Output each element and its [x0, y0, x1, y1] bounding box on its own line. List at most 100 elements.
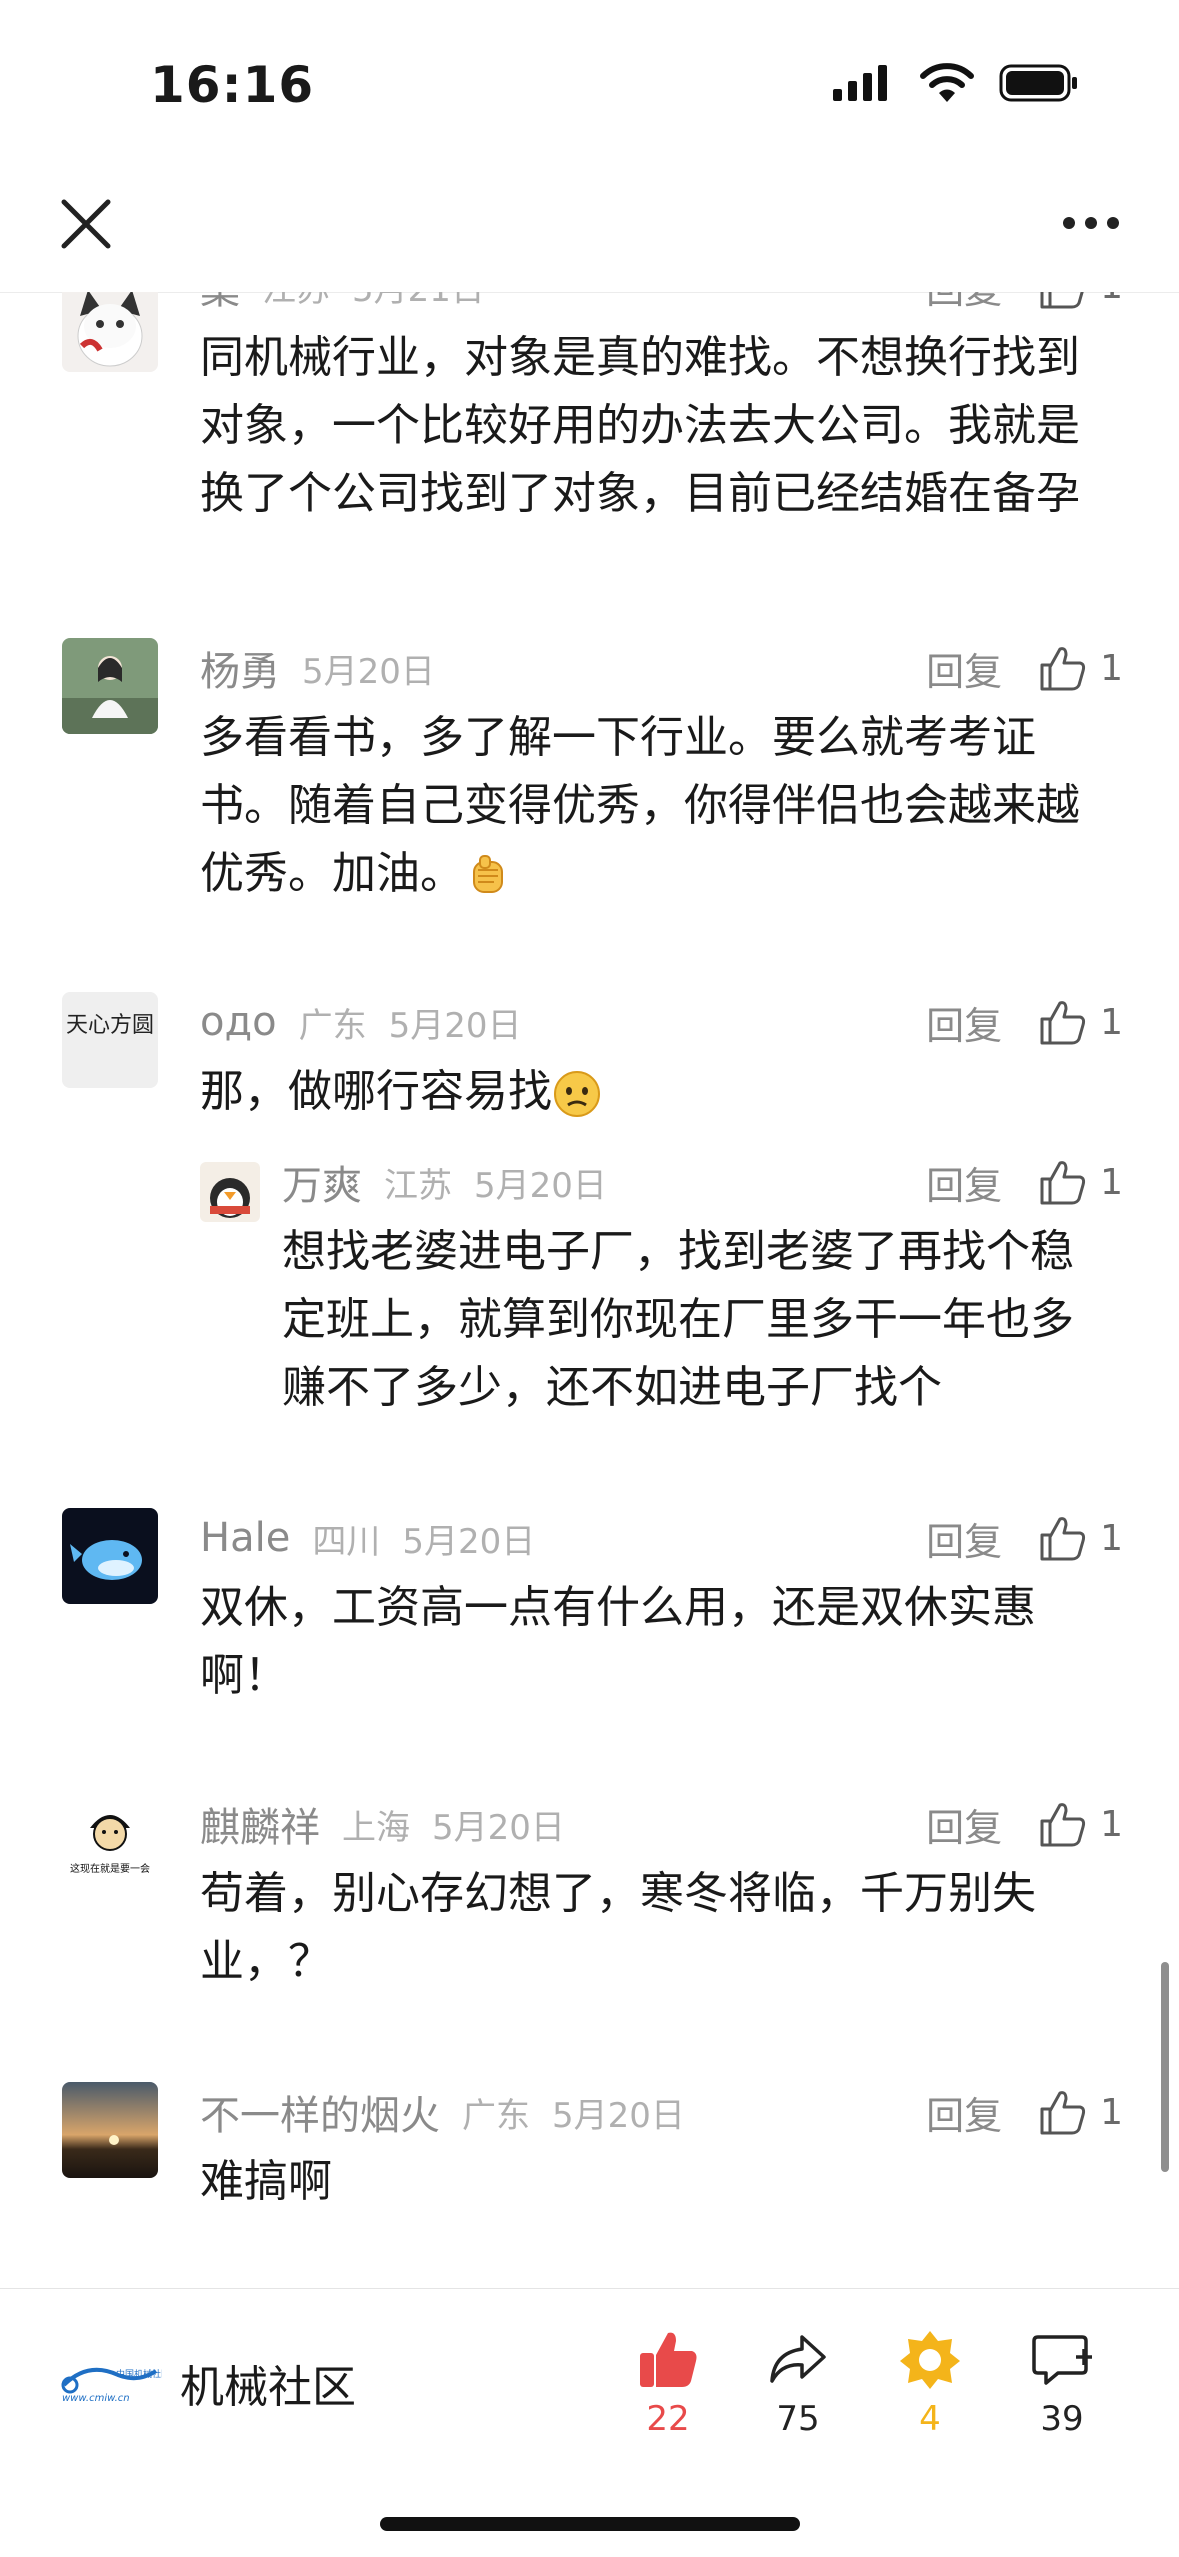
reply-actions: 回复 1: [926, 1152, 1123, 1212]
comment-text: 难搞啊: [200, 2148, 1130, 2216]
location: 广东: [298, 1005, 367, 1046]
like-button[interactable]: 1: [1038, 2089, 1123, 2135]
avatar[interactable]: [62, 638, 158, 734]
text-line: 优秀。加油。: [200, 840, 1130, 908]
date: 5月20日: [402, 1521, 536, 1562]
thumbs-up-filled-icon: [640, 2332, 697, 2387]
more-options-icon[interactable]: [1061, 210, 1121, 236]
username[interactable]: 不一样的烟火: [200, 2083, 440, 2141]
location: 广东: [462, 2095, 530, 2136]
logo-text: 中国机械社区: [116, 2368, 162, 2380]
like-count: 1: [1100, 1517, 1123, 1559]
thumbs-up-icon: [1040, 647, 1086, 691]
like-button[interactable]: 1: [1038, 1801, 1123, 1847]
avatar[interactable]: 这现在就是要一会: [62, 1794, 158, 1890]
comment-actions: 回复 1: [926, 992, 1123, 1052]
username[interactable]: 葉: [200, 292, 240, 315]
username[interactable]: одо: [200, 999, 277, 1045]
text-line: 对象，一个比较好用的办法去大公司。我就是: [200, 400, 1080, 451]
text-line: 那，做哪行容易找: [200, 1058, 1130, 1126]
comment-meta: Hale 四川 5月20日: [200, 1508, 535, 1568]
text-line: 赚不了多少，还不如进电子厂找个: [282, 1362, 942, 1413]
date: 5月20日: [432, 1807, 565, 1848]
like-button[interactable]: 1: [1038, 1515, 1123, 1561]
status-icons: [831, 62, 1079, 104]
like-count: 1: [1100, 2091, 1123, 2133]
like-button[interactable]: 1: [1038, 1159, 1123, 1205]
favorite-action[interactable]: 4: [880, 2327, 980, 2439]
like-count: 1: [1100, 1001, 1123, 1043]
comment-meta: 麒麟祥 上海 5月20日: [200, 1794, 565, 1854]
text-line: 业，？: [200, 1936, 332, 1987]
reply-button[interactable]: 回复: [926, 1155, 1002, 1210]
home-indicator[interactable]: [380, 2517, 800, 2531]
date: 5月20日: [302, 651, 435, 692]
avatar[interactable]: [62, 1508, 158, 1604]
fist-emoji-icon: [473, 855, 503, 893]
like-action[interactable]: 22: [618, 2327, 718, 2439]
close-icon[interactable]: [58, 196, 114, 252]
reply-button[interactable]: 回复: [926, 641, 1002, 696]
reply-button[interactable]: 回复: [926, 1511, 1002, 1566]
share-count: 75: [776, 2399, 820, 2439]
thumbs-up-icon: [1040, 1803, 1086, 1847]
avatar[interactable]: 天心方圆: [62, 992, 158, 1088]
comment-meta: 葉 江苏 5月21日: [200, 292, 485, 316]
thumbs-up-icon: [1040, 1161, 1086, 1205]
reply-button[interactable]: 回复: [926, 292, 1002, 314]
text-line: 想找老婆进电子厂，找到老婆了再找个稳: [282, 1226, 1074, 1277]
username[interactable]: 杨勇: [200, 639, 280, 697]
share-icon: [770, 2335, 826, 2383]
location: 四川: [312, 1521, 381, 1562]
comment-count: 39: [1040, 2399, 1084, 2439]
text-line: 难搞啊: [200, 2156, 332, 2207]
reply-button[interactable]: 回复: [926, 1797, 1002, 1852]
avatar-calligraphy: 天心方圆: [66, 1013, 154, 1038]
like-count: 1: [1100, 647, 1123, 689]
comment-actions: 回复 1: [926, 2082, 1123, 2142]
reply-button[interactable]: 回复: [926, 995, 1002, 1050]
avatar[interactable]: [62, 2082, 158, 2178]
comment-text: 那，做哪行容易找: [200, 1058, 1130, 1126]
date: 5月20日: [388, 1005, 522, 1046]
nav-bar: [0, 150, 1179, 293]
share-action[interactable]: 75: [748, 2327, 848, 2439]
favorite-badge-icon: [900, 2331, 960, 2389]
reply-text: 想找老婆进电子厂，找到老婆了再找个稳 定班上，就算到你现在厂里多干一年也多 赚不…: [282, 1218, 1122, 1422]
brand-logo[interactable]: 中国机械社区 www.cmiw.cn: [58, 2353, 162, 2405]
text-line: 苟着，别心存幻想了，寒冬将临，千万别失: [200, 1868, 1036, 1919]
text-line: 双休，工资高一点有什么用，还是双休实惠: [200, 1582, 1036, 1633]
like-count: 1: [1100, 292, 1123, 307]
comment-text: 双休，工资高一点有什么用，还是双休实惠 啊！: [200, 1574, 1130, 1710]
brand-name[interactable]: 机械社区: [180, 2351, 356, 2415]
username[interactable]: Hale: [200, 1515, 290, 1561]
location: 江苏: [384, 1165, 452, 1206]
logo-url-text: www.cmiw.cn: [62, 2393, 130, 2404]
avatar[interactable]: [62, 292, 158, 372]
comment-meta: 杨勇 5月20日: [200, 638, 435, 698]
text-line: 啊！: [200, 1650, 288, 1701]
comment-list[interactable]: 葉 江苏 5月21日 回复 1 同机械行业，对象是真的难找。不想换行找到 对象，…: [0, 292, 1179, 2288]
bottom-bar: 中国机械社区 www.cmiw.cn 机械社区 22 75 4 39: [0, 2288, 1179, 2557]
thumbs-up-icon: [1040, 1517, 1086, 1561]
comment-text: 多看看书，多了解一下行业。要么就考考证 书。随着自己变得优秀，你得伴侣也会越来越…: [200, 704, 1130, 908]
like-button[interactable]: 1: [1038, 292, 1123, 309]
text-line: 多看看书，多了解一下行业。要么就考考证: [200, 712, 1036, 763]
text-line: 书。随着自己变得优秀，你得伴侣也会越来越: [200, 780, 1080, 831]
username[interactable]: 麒麟祥: [200, 1795, 320, 1853]
comment-meta: 不一样的烟火 广东 5月20日: [200, 2082, 685, 2142]
like-count: 22: [646, 2399, 690, 2439]
scrollbar[interactable]: [1161, 1962, 1169, 2172]
like-button[interactable]: 1: [1038, 645, 1123, 691]
status-bar: 16:16: [0, 0, 1179, 150]
comment-text: 苟着，别心存幻想了，寒冬将临，千万别失 业，？: [200, 1860, 1130, 1996]
reply-avatar[interactable]: [200, 1162, 260, 1222]
date: 5月20日: [474, 1165, 607, 1206]
comment-action[interactable]: 39: [1012, 2327, 1112, 2439]
favorite-count: 4: [919, 2399, 941, 2439]
like-button[interactable]: 1: [1038, 999, 1123, 1045]
text-line: 同机械行业，对象是真的难找。不想换行找到: [200, 332, 1080, 383]
username[interactable]: 万爽: [282, 1153, 362, 1211]
reply-button[interactable]: 回复: [926, 2085, 1002, 2140]
text-line: 定班上，就算到你现在厂里多干一年也多: [282, 1294, 1074, 1345]
